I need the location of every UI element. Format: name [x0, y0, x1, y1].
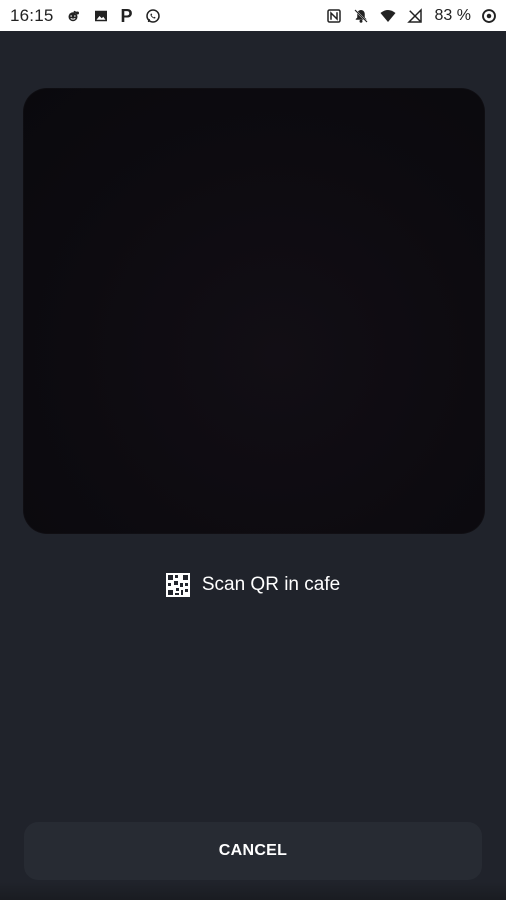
qr-scan-screen: 16:15 P 83 % Scan QR in cafe CANCEL [0, 0, 506, 900]
nfc-icon [325, 7, 343, 25]
qr-code-icon [165, 573, 190, 597]
status-time: 16:15 [10, 6, 54, 25]
notifications-off-icon [352, 7, 370, 25]
status-right: 83 % [325, 0, 498, 31]
bottom-shade [0, 882, 506, 900]
cancel-button[interactable]: CANCEL [24, 822, 482, 880]
status-bar: 16:15 P 83 % [0, 0, 506, 31]
p-icon: P [120, 5, 133, 26]
battery-saver-icon [480, 7, 498, 25]
reddit-icon [64, 7, 82, 25]
wifi-icon [379, 7, 397, 25]
whatsapp-icon [144, 7, 162, 25]
camera-preview [23, 88, 485, 534]
image-icon [92, 7, 110, 25]
no-signal-icon [406, 7, 424, 25]
scan-instruction: Scan QR in cafe [0, 570, 506, 600]
battery-percent: 83 % [434, 7, 471, 24]
status-left: 16:15 P [10, 0, 162, 31]
scan-label: Scan QR in cafe [201, 574, 341, 595]
